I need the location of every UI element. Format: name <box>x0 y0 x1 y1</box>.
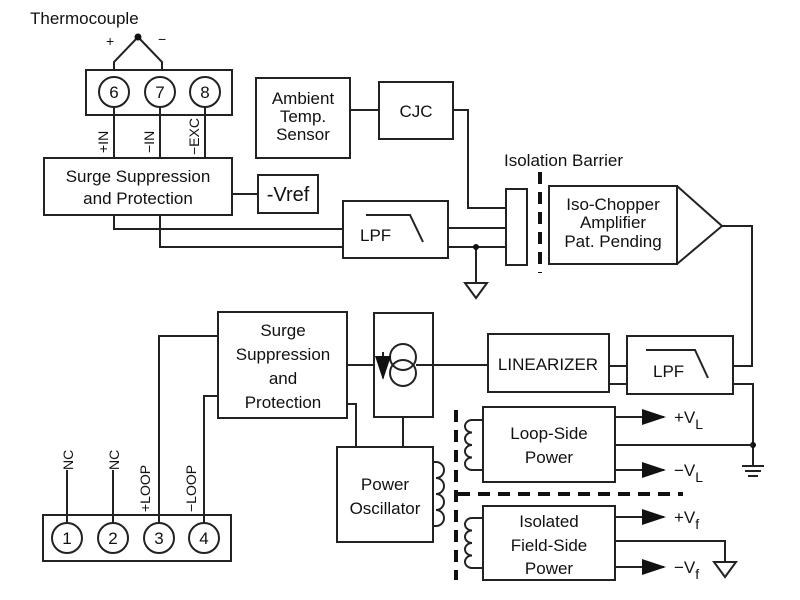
input-terminal-block: 6 7 8 +IN −IN −EXC <box>85 69 233 158</box>
isolation-capacitor <box>505 188 528 266</box>
surge-suppression-input-block: Surge Suppression and Protection <box>43 157 233 216</box>
terminal-label-nc-1: NC <box>60 450 76 470</box>
block-label: CJC <box>399 102 432 121</box>
block-label: Loop-Side <box>510 424 588 443</box>
terminal-2[interactable]: 2 <box>97 522 129 554</box>
terminal-number: 8 <box>200 83 209 102</box>
thermocouple-plus: + <box>106 33 114 49</box>
block-label: Protection <box>245 393 322 412</box>
linearizer-block: LINEARIZER <box>487 333 610 393</box>
block-label: Power <box>525 559 574 578</box>
coil-icon <box>433 461 445 527</box>
plus-vl-label: +VL <box>674 408 703 432</box>
block-label: Field-Side <box>511 536 588 555</box>
block-label: and <box>269 369 297 388</box>
block-label: Power <box>525 448 574 467</box>
block-label: LPF <box>653 362 684 381</box>
terminal-number: 1 <box>62 529 71 548</box>
ground-icon <box>463 282 489 300</box>
iso-chopper-amplifier-block: Iso-Chopper Amplifier Pat. Pending <box>548 185 724 265</box>
block-label: Ambient <box>272 89 335 108</box>
thermocouple-minus: − <box>158 31 166 47</box>
thermocouple: Thermocouple + − <box>30 9 166 70</box>
minus-vf-label: −Vf <box>674 558 699 582</box>
block-label: LPF <box>360 226 391 245</box>
terminal-number: 7 <box>155 83 164 102</box>
input-lpf-block: LPF <box>342 200 449 259</box>
terminal-label-minus-loop: −LOOP <box>183 465 199 512</box>
terminal-number: 4 <box>199 529 208 548</box>
block-label: Suppression <box>236 345 331 364</box>
block-label: Isolated <box>519 512 579 531</box>
block-label: Oscillator <box>350 499 421 518</box>
terminal-1[interactable]: 1 <box>51 522 83 554</box>
block-label: Power <box>361 475 410 494</box>
output-terminal-block: 1 2 3 4 NC NC +LOOP −LOOP <box>42 450 232 562</box>
block-label: Sensor <box>276 125 330 144</box>
block-label: Pat. Pending <box>564 232 661 251</box>
isolation-barrier-label: Isolation Barrier <box>504 151 623 170</box>
terminal-label-plus-loop: +LOOP <box>137 465 153 512</box>
loop-side-power-block: Loop-Side Power <box>464 406 616 483</box>
coil-icon <box>464 419 483 471</box>
terminal-3[interactable]: 3 <box>143 522 175 554</box>
signal-conditioner-block-diagram: Thermocouple + − 6 7 8 +IN −IN −EXC Surg… <box>30 9 764 582</box>
block-label: LINEARIZER <box>498 355 598 374</box>
isolated-field-side-power-block: Isolated Field-Side Power <box>464 505 616 581</box>
power-oscillator-block: Power Oscillator <box>336 446 445 543</box>
minus-vl-label: −VL <box>674 461 703 485</box>
terminal-number: 6 <box>109 83 118 102</box>
block-label: Amplifier <box>580 213 646 232</box>
terminal-8[interactable]: 8 <box>189 76 221 108</box>
terminal-label-nc-2: NC <box>106 450 122 470</box>
terminal-label-minus-in: −IN <box>141 131 157 153</box>
vref-block: -Vref <box>257 174 319 214</box>
ground-icon <box>712 561 738 579</box>
block-label: -Vref <box>267 184 310 206</box>
surge-suppression-loop-block: Surge Suppression and Protection <box>217 311 348 419</box>
terminal-6[interactable]: 6 <box>98 76 130 108</box>
terminal-label-minus-exc: −EXC <box>186 118 202 155</box>
block-label: Surge Suppression <box>66 167 211 186</box>
block-label: Temp. <box>280 107 326 126</box>
terminal-number: 2 <box>108 529 117 548</box>
plus-vf-label: +Vf <box>674 508 699 532</box>
terminal-4[interactable]: 4 <box>188 522 220 554</box>
thermocouple-label: Thermocouple <box>30 9 139 28</box>
output-lpf-block: LPF <box>626 335 734 395</box>
block-label: Iso-Chopper <box>566 195 660 214</box>
coil-icon <box>464 517 483 569</box>
ambient-temp-sensor-block: Ambient Temp. Sensor <box>255 77 351 159</box>
block-label: and Protection <box>83 189 193 208</box>
terminal-label-plus-in: +IN <box>95 131 111 153</box>
earth-ground-icon <box>742 465 764 477</box>
terminal-7[interactable]: 7 <box>144 76 176 108</box>
cjc-block: CJC <box>378 81 454 140</box>
terminal-number: 3 <box>154 529 163 548</box>
block-label: Surge <box>260 321 305 340</box>
